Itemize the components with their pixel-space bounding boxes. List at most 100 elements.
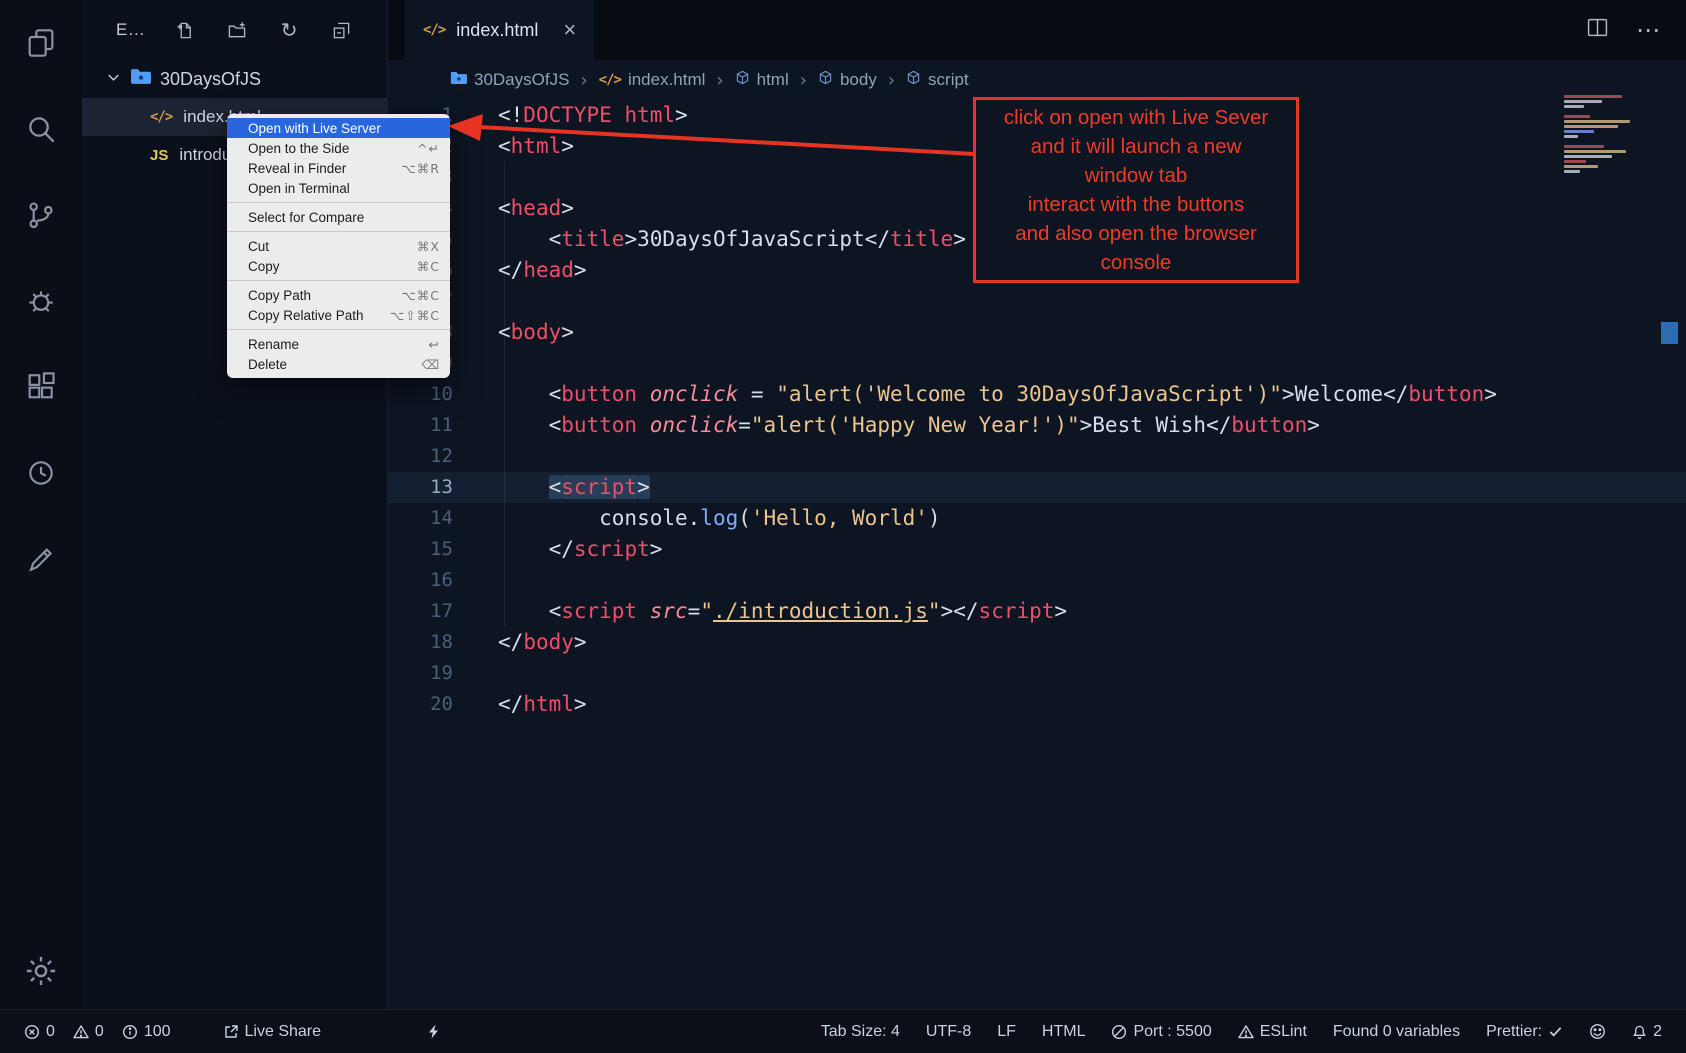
menu-item-open-to-the-side[interactable]: Open to the Side^↵ — [227, 138, 450, 158]
split-editor-icon[interactable] — [1587, 18, 1608, 42]
code-line[interactable]: 18</body> — [388, 627, 1686, 658]
status-utf-8[interactable]: UTF-8 — [926, 1023, 971, 1041]
status-found-0-variables[interactable]: Found 0 variables — [1333, 1023, 1460, 1041]
tab-index-html[interactable]: </> index.html × — [405, 0, 594, 60]
code-line[interactable]: 9 — [388, 348, 1686, 379]
refresh-icon[interactable]: ↻ — [276, 17, 302, 43]
breadcrumb-item-script[interactable]: script — [906, 70, 969, 90]
annotation-line: click on open with Live Sever — [980, 103, 1292, 132]
code-line[interactable]: 11 <button onclick="alert('Happy New Yea… — [388, 410, 1686, 441]
code-line[interactable]: 16 — [388, 565, 1686, 596]
code-line[interactable]: 15 </script> — [388, 534, 1686, 565]
explorer-icon[interactable] — [19, 21, 63, 65]
line-number[interactable]: 10 — [388, 379, 453, 410]
code-line[interactable]: 13 <script> — [388, 472, 1686, 503]
menu-item-shortcut: ⌥⇧⌘C — [390, 308, 440, 323]
menu-separator — [227, 280, 450, 281]
line-number[interactable]: 20 — [388, 689, 453, 720]
menu-item-open-with-live-server[interactable]: Open with Live Server — [227, 118, 450, 138]
code-line[interactable]: 19 — [388, 658, 1686, 689]
status-tab-size-4[interactable]: Tab Size: 4 — [821, 1023, 900, 1041]
code-token: DOCTYPE html — [523, 103, 675, 127]
source-control-icon[interactable] — [19, 193, 63, 237]
overview-ruler-marker — [1661, 322, 1678, 344]
code-token: = — [738, 382, 776, 406]
status-label: 0 — [95, 1023, 104, 1041]
breadcrumb-item-index-html[interactable]: </>index.html — [599, 70, 706, 90]
code-token: "alert('Welcome to 30DaysOfJavaScript')" — [776, 382, 1282, 406]
line-number[interactable]: 11 — [388, 410, 453, 441]
line-number[interactable]: 13 — [388, 472, 453, 503]
status-lf[interactable]: LF — [997, 1023, 1016, 1041]
new-file-icon[interactable] — [172, 17, 198, 43]
menu-item-label: Open with Live Server — [248, 121, 381, 136]
status-prettier-[interactable]: Prettier: — [1486, 1023, 1563, 1041]
code-token: < — [498, 413, 561, 437]
status-live-share[interactable]: Live Share — [223, 1023, 322, 1041]
line-number[interactable]: 12 — [388, 441, 453, 472]
code-line-content — [453, 658, 498, 689]
code-line-content — [453, 162, 498, 193]
code-line[interactable]: 7 — [388, 286, 1686, 317]
code-token: body — [523, 630, 574, 654]
code-line[interactable]: 20</html> — [388, 689, 1686, 720]
code-token: script — [561, 599, 637, 623]
status-smiley-icon[interactable] — [1589, 1023, 1606, 1040]
menu-item-copy-path[interactable]: Copy Path⌥⌘C — [227, 285, 450, 305]
minimap-line — [1564, 95, 1622, 98]
run-debug-icon[interactable] — [19, 279, 63, 323]
status-port-5500[interactable]: Port : 5500 — [1111, 1023, 1211, 1041]
menu-separator — [227, 231, 450, 232]
code-line[interactable]: 10 <button onclick = "alert('Welcome to … — [388, 379, 1686, 410]
breadcrumb-item-html[interactable]: html — [735, 70, 789, 90]
feedback-pen-icon[interactable] — [19, 537, 63, 581]
breadcrumb-item-body[interactable]: body — [818, 70, 877, 90]
collapse-folders-icon[interactable] — [328, 17, 354, 43]
search-icon[interactable] — [19, 107, 63, 151]
menu-item-cut[interactable]: Cut⌘X — [227, 236, 450, 256]
menu-item-open-in-terminal[interactable]: Open in Terminal — [227, 178, 450, 198]
more-actions-icon[interactable]: ⋯ — [1636, 16, 1660, 44]
menu-item-delete[interactable]: Delete⌫ — [227, 354, 450, 374]
status-html[interactable]: HTML — [1042, 1023, 1086, 1041]
line-number[interactable]: 14 — [388, 503, 453, 534]
code-line[interactable]: 8<body> — [388, 317, 1686, 348]
code-line-content — [453, 348, 498, 379]
code-line[interactable]: 12 — [388, 441, 1686, 472]
sidebar-folder-30daysofjs[interactable]: 30DaysOfJS — [82, 60, 387, 98]
line-number[interactable]: 18 — [388, 627, 453, 658]
status-100[interactable]: 100 — [122, 1023, 171, 1041]
menu-item-select-for-compare[interactable]: Select for Compare — [227, 207, 450, 227]
minimap-line — [1564, 130, 1594, 133]
close-icon[interactable]: × — [563, 19, 576, 41]
status-0[interactable]: 0 — [24, 1023, 55, 1041]
status-lightning-icon[interactable] — [427, 1023, 441, 1040]
line-number[interactable]: 19 — [388, 658, 453, 689]
status-0[interactable]: 0 — [73, 1023, 104, 1041]
history-clock-icon[interactable] — [19, 451, 63, 495]
extensions-icon[interactable] — [19, 365, 63, 409]
status-2[interactable]: 2 — [1632, 1023, 1662, 1041]
settings-gear-icon[interactable] — [0, 953, 82, 989]
line-number[interactable]: 17 — [388, 596, 453, 627]
tab-bar: </> index.html × ⋯ — [388, 0, 1686, 60]
menu-item-rename[interactable]: Rename↩ — [227, 334, 450, 354]
menu-item-copy-relative-path[interactable]: Copy Relative Path⌥⇧⌘C — [227, 305, 450, 325]
status-label: Found 0 variables — [1333, 1023, 1460, 1041]
status-eslint[interactable]: ESLint — [1238, 1023, 1307, 1041]
code-line-content — [453, 441, 498, 472]
line-number[interactable]: 16 — [388, 565, 453, 596]
minimap[interactable] — [1564, 95, 1659, 175]
code-line[interactable]: 14 console.log('Hello, World') — [388, 503, 1686, 534]
code-line[interactable]: 17 <script src="./introduction.js"></scr… — [388, 596, 1686, 627]
port-icon — [1111, 1024, 1127, 1040]
breadcrumb-item-30daysofjs[interactable]: 30DaysOfJS — [450, 70, 569, 90]
new-folder-icon[interactable] — [224, 17, 250, 43]
breadcrumb-separator: › — [714, 70, 725, 91]
code-line-content: <title>30DaysOfJavaScript</title> — [453, 224, 966, 255]
code-token: > — [650, 537, 663, 561]
line-number[interactable]: 15 — [388, 534, 453, 565]
menu-item-reveal-in-finder[interactable]: Reveal in Finder⌥⌘R — [227, 158, 450, 178]
breadcrumb-label: body — [840, 70, 877, 90]
menu-item-copy[interactable]: Copy⌘C — [227, 256, 450, 276]
